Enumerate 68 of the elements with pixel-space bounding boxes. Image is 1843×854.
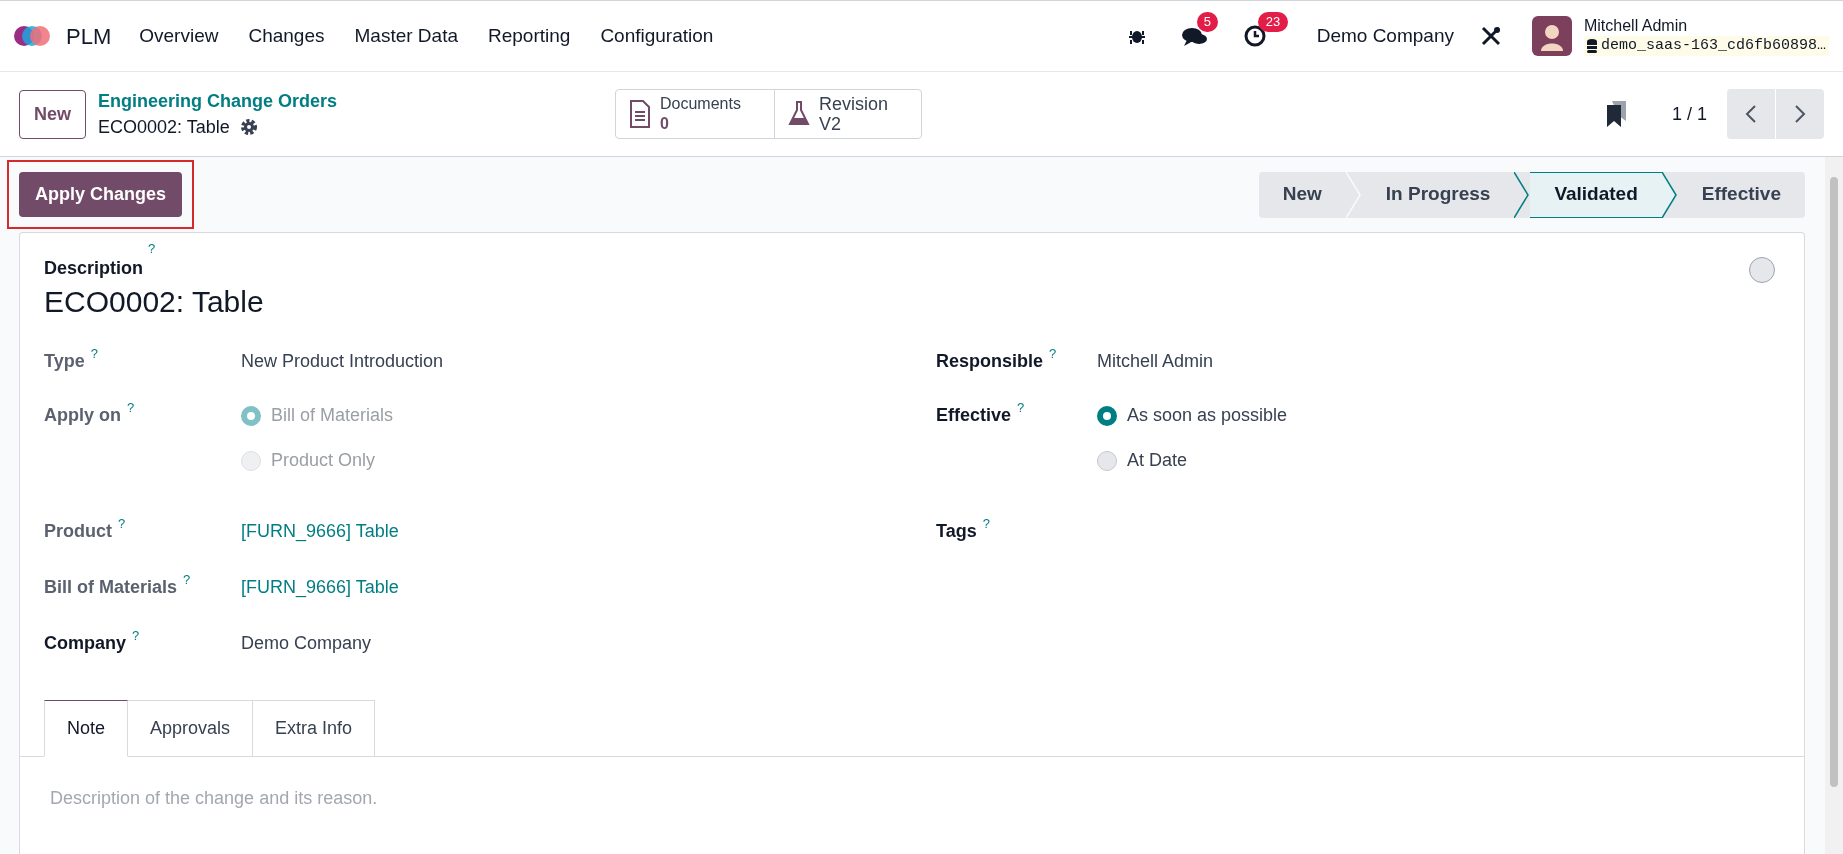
- chevron-right-icon: [1794, 104, 1806, 124]
- smart-button[interactable]: Revision V2: [774, 90, 921, 138]
- flask-icon: [787, 100, 811, 128]
- field-value: Mitchell Admin: [1097, 350, 1214, 373]
- radio-button[interactable]: [1097, 405, 1117, 426]
- help-tooltip[interactable]: ?: [982, 514, 990, 534]
- help-tooltip[interactable]: ?: [118, 514, 126, 534]
- status-stage[interactable]: Effective: [1677, 171, 1805, 218]
- field-label: Type: [44, 350, 85, 373]
- field-label: Responsible: [936, 350, 1044, 373]
- help-tooltip[interactable]: ?: [1049, 344, 1057, 364]
- database-icon: [1586, 39, 1597, 53]
- menu-item[interactable]: Configuration: [600, 21, 714, 51]
- help-tooltip[interactable]: ?: [90, 344, 98, 364]
- status-stage[interactable]: In Progress: [1361, 171, 1515, 218]
- breadcrumb-link[interactable]: Engineering Change Orders: [98, 88, 618, 114]
- field-value: Demo Company: [241, 632, 372, 655]
- user-name[interactable]: Mitchell Admin: [1583, 16, 1829, 36]
- gear-icon[interactable]: [239, 118, 258, 136]
- smart-button-value: 0: [660, 114, 669, 134]
- tools-icon[interactable]: [1479, 25, 1502, 47]
- menu-item[interactable]: Changes: [248, 21, 325, 51]
- field-label: Tags: [936, 520, 977, 543]
- bookmarks-icon[interactable]: [1605, 101, 1628, 127]
- database-name: demo_saas-163_cd6fb60898…: [1600, 36, 1826, 56]
- stage-separator-icon: [1514, 171, 1531, 218]
- field-label: Bill of Materials: [44, 576, 178, 599]
- smart-button-value: V2: [819, 114, 842, 134]
- radio-button[interactable]: [1097, 450, 1117, 471]
- field-label: Description: [44, 257, 144, 280]
- scrollbar[interactable]: [1825, 157, 1843, 854]
- avatar[interactable]: [1531, 16, 1572, 56]
- notification-badge: 23: [1257, 12, 1289, 32]
- notification-badge: 5: [1196, 12, 1218, 32]
- record-link[interactable]: [FURN_9666] Table: [241, 574, 399, 622]
- field-label: Product: [44, 520, 112, 543]
- apply-changes-button[interactable]: Apply Changes: [19, 172, 183, 217]
- document-icon: [628, 100, 652, 128]
- menu-item[interactable]: Overview: [139, 21, 219, 51]
- record-name: ECO0002: Table: [44, 284, 265, 320]
- field-label: Effective: [936, 404, 1012, 427]
- pager-value[interactable]: 1 / 1: [1671, 100, 1707, 128]
- clock-icon[interactable]: [1242, 24, 1267, 48]
- company-switcher[interactable]: Demo Company: [1316, 21, 1454, 51]
- tab[interactable]: Approvals: [128, 700, 254, 757]
- tab[interactable]: Note: [44, 700, 129, 757]
- help-tooltip[interactable]: ?: [132, 626, 140, 646]
- app-name[interactable]: PLM: [66, 19, 112, 53]
- help-tooltip[interactable]: ?: [1017, 398, 1025, 418]
- smart-button[interactable]: Documents 0: [616, 90, 774, 138]
- tab[interactable]: Extra Info: [253, 700, 376, 757]
- radio-label: Bill of Materials: [271, 404, 394, 427]
- radio-label: Product Only: [271, 449, 376, 472]
- radio-label: As soon as possible: [1127, 404, 1288, 427]
- new-button[interactable]: New: [19, 89, 86, 139]
- record-title: ECO0002: Table: [98, 116, 230, 139]
- menu-item[interactable]: Reporting: [488, 21, 571, 51]
- record-link[interactable]: [FURN_9666] Table: [241, 518, 399, 566]
- field-value: New Product Introduction: [241, 350, 444, 373]
- smart-button-label: Documents: [660, 94, 741, 114]
- field-label: Apply on: [44, 404, 121, 427]
- chevron-left-icon: [1745, 104, 1757, 124]
- status-stage[interactable]: New: [1258, 171, 1346, 218]
- radio-label: At Date: [1127, 449, 1188, 472]
- help-tooltip[interactable]: ?: [183, 570, 191, 590]
- field-label: Company: [44, 632, 126, 655]
- menu-item[interactable]: Master Data: [354, 21, 458, 51]
- smart-button-label: Revision: [819, 94, 889, 114]
